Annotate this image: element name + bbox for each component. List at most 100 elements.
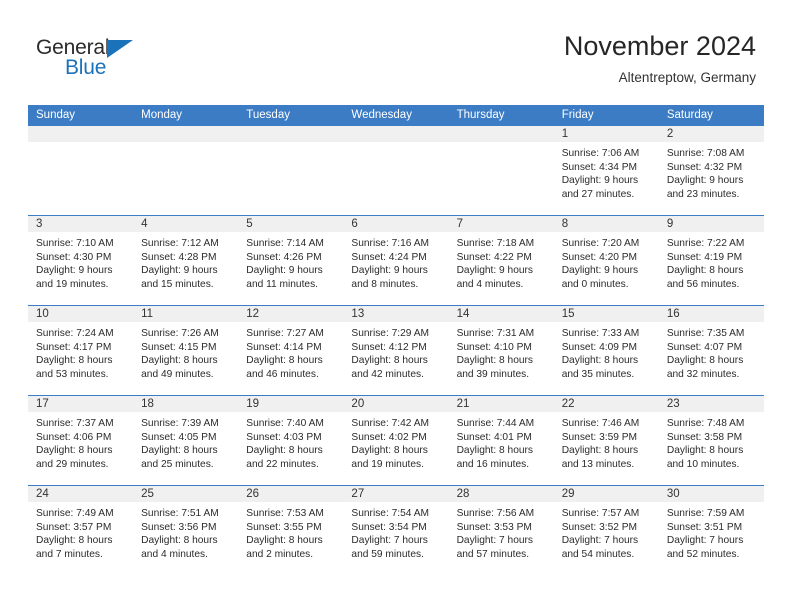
day-detail-line: Daylight: 9 hours bbox=[561, 265, 639, 277]
day-number: 29 bbox=[561, 488, 575, 500]
day-detail-line: and 54 minutes. bbox=[561, 548, 635, 560]
day-detail-line: Sunrise: 7:16 AM bbox=[351, 238, 430, 249]
calendar-day-cell[interactable]: 26 Sunrise: 7:53 AM Sunset: 3:55 PM Dayligh… bbox=[238, 486, 344, 575]
day-detail-line: and 56 minutes. bbox=[666, 278, 740, 290]
calendar-day-cell[interactable]: 15 Sunrise: 7:33 AM Sunset: 4:09 PM Dayligh… bbox=[553, 306, 659, 395]
calendar-day-cell[interactable]: 2 Sunrise: 7:08 AM Sunset: 4:32 PM Daylight… bbox=[658, 126, 764, 215]
day-detail-line: Sunset: 4:14 PM bbox=[246, 341, 322, 353]
day-detail-line: Daylight: 8 hours bbox=[141, 535, 218, 547]
day-number: 6 bbox=[351, 218, 358, 230]
day-details: Sunrise: 7:49 AM Sunset: 3:57 PM Daylight:… bbox=[28, 503, 133, 561]
calendar-day-cell[interactable]: 4 Sunrise: 7:12 AM Sunset: 4:28 PM Daylight… bbox=[133, 216, 239, 305]
calendar-day-cell[interactable]: 14 Sunrise: 7:31 AM Sunset: 4:10 PM Dayligh… bbox=[448, 306, 554, 395]
day-details: Sunrise: 7:31 AM Sunset: 4:10 PM Daylight:… bbox=[449, 323, 554, 381]
calendar-day-cell[interactable]: 10 Sunrise: 7:24 AM Sunset: 4:17 PM Dayligh… bbox=[28, 306, 134, 395]
day-detail-line: Sunrise: 7:29 AM bbox=[351, 328, 430, 339]
day-detail-line: and 22 minutes. bbox=[246, 458, 319, 470]
day-detail-line: Sunset: 4:32 PM bbox=[666, 161, 743, 173]
day-detail-line: Sunrise: 7:31 AM bbox=[456, 328, 535, 339]
calendar-day-cell[interactable]: 22 Sunrise: 7:46 AM Sunset: 3:59 PM Dayligh… bbox=[553, 396, 659, 485]
day-details: Sunrise: 7:53 AM Sunset: 3:55 PM Daylight:… bbox=[238, 503, 343, 561]
day-detail-line: Sunrise: 7:57 AM bbox=[561, 508, 640, 519]
day-number: 13 bbox=[351, 308, 365, 320]
calendar-day-cell-empty bbox=[133, 126, 239, 215]
day-number: 7 bbox=[456, 218, 463, 230]
calendar-day-cell[interactable]: 25 Sunrise: 7:51 AM Sunset: 3:56 PM Dayligh… bbox=[133, 486, 239, 575]
calendar-day-cell[interactable]: 20 Sunrise: 7:42 AM Sunset: 4:02 PM Dayligh… bbox=[343, 396, 449, 485]
day-detail-line: Daylight: 7 hours bbox=[561, 535, 639, 547]
day-detail-line: and 49 minutes. bbox=[141, 368, 214, 380]
day-details: Sunrise: 7:10 AM Sunset: 4:30 PM Daylight:… bbox=[28, 233, 133, 291]
day-detail-line: Sunset: 3:58 PM bbox=[666, 431, 743, 443]
day-details: Sunrise: 7:14 AM Sunset: 4:26 PM Daylight:… bbox=[238, 233, 343, 291]
calendar-day-cell[interactable]: 23 Sunrise: 7:48 AM Sunset: 3:58 PM Dayligh… bbox=[658, 396, 764, 485]
day-detail-line: Sunset: 3:59 PM bbox=[561, 431, 638, 443]
day-number-band: 14 bbox=[448, 306, 554, 323]
weekday-header-thursday: Thursday bbox=[456, 109, 505, 121]
calendar-day-cell[interactable]: 28 Sunrise: 7:56 AM Sunset: 3:53 PM Dayligh… bbox=[448, 486, 554, 575]
day-detail-line: Sunset: 4:34 PM bbox=[561, 161, 638, 173]
weekday-header-saturday: Saturday bbox=[666, 109, 713, 121]
day-number-band: 22 bbox=[553, 396, 659, 413]
calendar-day-cell[interactable]: 17 Sunrise: 7:37 AM Sunset: 4:06 PM Dayligh… bbox=[28, 396, 134, 485]
day-detail-line: Sunset: 3:57 PM bbox=[36, 521, 112, 533]
day-number-band: 15 bbox=[553, 306, 659, 323]
calendar-day-cell[interactable]: 24 Sunrise: 7:49 AM Sunset: 3:57 PM Dayligh… bbox=[28, 486, 134, 575]
calendar-day-cell[interactable]: 27 Sunrise: 7:54 AM Sunset: 3:54 PM Dayligh… bbox=[343, 486, 449, 575]
day-detail-line: Sunset: 4:17 PM bbox=[36, 341, 112, 353]
day-details: Sunrise: 7:35 AM Sunset: 4:07 PM Daylight:… bbox=[659, 323, 764, 381]
calendar-day-cell[interactable]: 13 Sunrise: 7:29 AM Sunset: 4:12 PM Dayligh… bbox=[343, 306, 449, 395]
calendar-day-cell[interactable]: 29 Sunrise: 7:57 AM Sunset: 3:52 PM Dayligh… bbox=[553, 486, 659, 575]
calendar-day-cell[interactable]: 3 Sunrise: 7:10 AM Sunset: 4:30 PM Daylight… bbox=[28, 216, 134, 305]
day-details: Sunrise: 7:44 AM Sunset: 4:01 PM Daylight:… bbox=[449, 413, 554, 471]
calendar-day-cell[interactable]: 6 Sunrise: 7:16 AM Sunset: 4:24 PM Daylight… bbox=[343, 216, 449, 305]
logo-text-blue: Blue bbox=[65, 56, 107, 79]
day-number-band: 10 bbox=[28, 306, 134, 323]
day-detail-line: Daylight: 8 hours bbox=[561, 445, 639, 457]
day-detail-line: Sunset: 4:07 PM bbox=[666, 341, 743, 353]
day-detail-line: Daylight: 9 hours bbox=[246, 265, 323, 277]
day-detail-line: and 11 minutes. bbox=[246, 278, 319, 290]
calendar-day-cell[interactable]: 11 Sunrise: 7:26 AM Sunset: 4:15 PM Dayligh… bbox=[133, 306, 239, 395]
day-detail-line: Sunset: 4:26 PM bbox=[246, 251, 322, 263]
calendar-day-cell[interactable]: 30 Sunrise: 7:59 AM Sunset: 3:51 PM Dayligh… bbox=[658, 486, 764, 575]
calendar-day-cell[interactable]: 21 Sunrise: 7:44 AM Sunset: 4:01 PM Dayligh… bbox=[448, 396, 554, 485]
calendar-day-cell[interactable]: 9 Sunrise: 7:22 AM Sunset: 4:19 PM Daylight… bbox=[658, 216, 764, 305]
day-detail-line: Sunrise: 7:12 AM bbox=[141, 238, 219, 249]
calendar-day-cell[interactable]: 7 Sunrise: 7:18 AM Sunset: 4:22 PM Daylight… bbox=[448, 216, 554, 305]
day-number: 5 bbox=[246, 218, 253, 230]
day-detail-line: and 25 minutes. bbox=[141, 458, 214, 470]
general-blue-logo[interactable]: General Blue bbox=[36, 36, 166, 80]
day-number-band: 17 bbox=[28, 396, 134, 413]
calendar-week-row: 17 Sunrise: 7:37 AM Sunset: 4:06 PM Dayligh… bbox=[28, 395, 764, 485]
day-details: Sunrise: 7:18 AM Sunset: 4:22 PM Daylight:… bbox=[449, 233, 554, 291]
calendar-day-cell[interactable]: 8 Sunrise: 7:20 AM Sunset: 4:20 PM Daylight… bbox=[553, 216, 659, 305]
day-detail-line: Sunrise: 7:49 AM bbox=[36, 508, 114, 519]
day-number-band bbox=[133, 126, 239, 143]
day-detail-line: Sunrise: 7:44 AM bbox=[456, 418, 535, 429]
calendar-day-cell[interactable]: 12 Sunrise: 7:27 AM Sunset: 4:14 PM Dayligh… bbox=[238, 306, 344, 395]
page-header: General Blue November 2024 Altentreptow,… bbox=[0, 0, 792, 104]
day-details: Sunrise: 7:46 AM Sunset: 3:59 PM Daylight:… bbox=[554, 413, 659, 471]
day-details: Sunrise: 7:56 AM Sunset: 3:53 PM Daylight:… bbox=[449, 503, 554, 561]
weekday-header-row: Sunday Monday Tuesday Wednesday Thursday Frid… bbox=[28, 105, 764, 126]
day-number-band: 12 bbox=[238, 306, 344, 323]
day-number: 16 bbox=[666, 308, 680, 320]
calendar-day-cell[interactable]: 16 Sunrise: 7:35 AM Sunset: 4:07 PM Dayligh… bbox=[658, 306, 764, 395]
day-details: Sunrise: 7:29 AM Sunset: 4:12 PM Daylight:… bbox=[343, 323, 448, 381]
day-detail-line: Sunrise: 7:48 AM bbox=[666, 418, 745, 429]
day-number: 3 bbox=[36, 218, 43, 230]
calendar-day-cell[interactable]: 18 Sunrise: 7:39 AM Sunset: 4:05 PM Dayligh… bbox=[133, 396, 239, 485]
day-number-band: 11 bbox=[133, 306, 239, 323]
day-detail-line: and 0 minutes. bbox=[561, 278, 629, 290]
calendar-day-cell[interactable]: 1 Sunrise: 7:06 AM Sunset: 4:34 PM Daylight… bbox=[553, 126, 659, 215]
day-detail-line: and 16 minutes. bbox=[456, 458, 530, 470]
calendar-day-cell[interactable]: 5 Sunrise: 7:14 AM Sunset: 4:26 PM Daylight… bbox=[238, 216, 344, 305]
day-details bbox=[449, 143, 554, 147]
day-detail-line: Sunrise: 7:26 AM bbox=[141, 328, 219, 339]
day-number: 25 bbox=[141, 488, 154, 500]
day-detail-line: and 35 minutes. bbox=[561, 368, 635, 380]
weekday-header-sunday: Sunday bbox=[36, 109, 76, 121]
day-detail-line: Sunset: 4:19 PM bbox=[666, 251, 743, 263]
calendar-day-cell[interactable]: 19 Sunrise: 7:40 AM Sunset: 4:03 PM Dayligh… bbox=[238, 396, 344, 485]
